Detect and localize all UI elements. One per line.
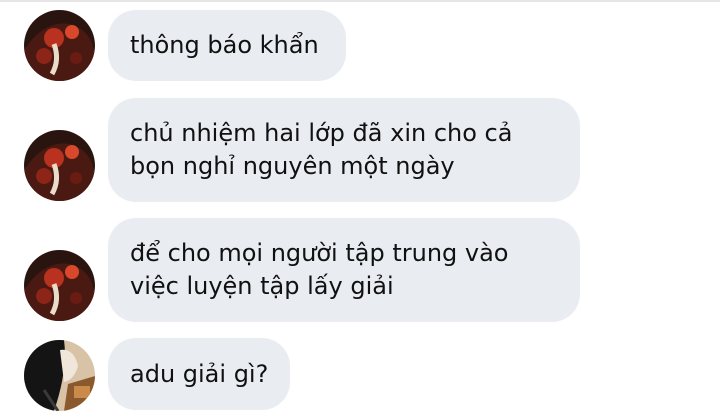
message-text: adu giải gì? bbox=[130, 359, 269, 388]
sender-avatar[interactable] bbox=[24, 250, 95, 321]
message-text: bọn nghỉ nguyên một ngày bbox=[130, 152, 455, 180]
message-bubble[interactable]: thông báo khẩn bbox=[108, 10, 346, 81]
message-text: thông báo khẩn bbox=[130, 31, 319, 59]
message-text: chủ nhiệm hai lớp đã xin cho cả bbox=[130, 119, 513, 147]
sender-avatar[interactable] bbox=[24, 130, 95, 201]
sender-avatar[interactable] bbox=[24, 10, 95, 81]
avatar-dark-image bbox=[24, 340, 95, 411]
avatar-red-image bbox=[24, 130, 95, 201]
message-text: việc luyện tập lấy giải bbox=[130, 272, 394, 300]
avatar-red-image bbox=[24, 250, 95, 321]
avatar-red-image bbox=[24, 10, 95, 81]
message-bubble[interactable]: chủ nhiệm hai lớp đã xin cho cả bọn nghỉ… bbox=[108, 98, 580, 202]
message-text: để cho mọi người tập trung vào bbox=[130, 239, 509, 267]
top-divider bbox=[0, 0, 720, 2]
sender-avatar[interactable] bbox=[24, 340, 95, 411]
message-bubble[interactable]: để cho mọi người tập trung vào việc luyệ… bbox=[108, 218, 580, 322]
message-bubble[interactable]: adu giải gì? bbox=[108, 338, 290, 410]
